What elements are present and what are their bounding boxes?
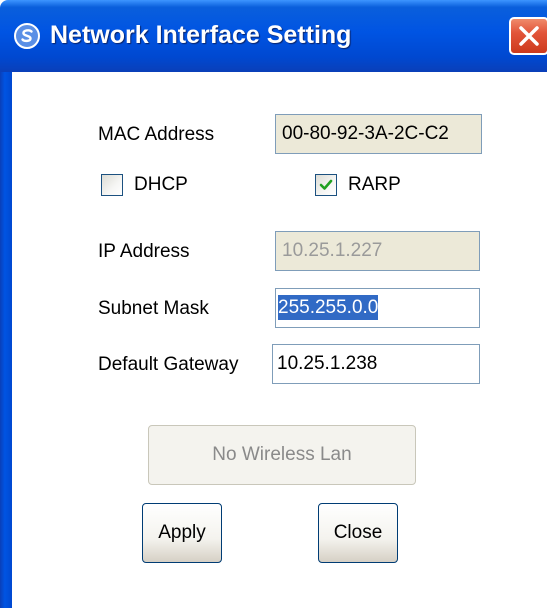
default-gateway-value: 10.25.1.238 — [277, 353, 378, 374]
window-close-button[interactable] — [509, 17, 547, 55]
window-title: Network Interface Setting — [50, 21, 352, 49]
subnet-mask-field[interactable]: 255.255.0.0 — [275, 288, 480, 328]
wireless-lan-button[interactable]: No Wireless Lan — [148, 425, 416, 485]
subnet-mask-value: 255.255.0.0 — [278, 295, 379, 320]
close-button[interactable]: Close — [318, 503, 398, 563]
dhcp-checkbox[interactable] — [101, 174, 123, 196]
ip-address-label: IP Address — [98, 241, 190, 262]
network-interface-setting-dialog: Network Interface Setting MAC Address 00… — [0, 0, 547, 608]
app-logo-icon — [14, 23, 40, 49]
title-bar[interactable]: Network Interface Setting — [0, 0, 547, 72]
dialog-content: MAC Address 00-80-92-3A-2C-C2 DHCP RARP … — [12, 72, 547, 608]
window-frame-left — [0, 72, 12, 608]
close-icon — [519, 26, 539, 46]
default-gateway-field[interactable]: 10.25.1.238 — [272, 344, 480, 384]
default-gateway-label: Default Gateway — [98, 354, 239, 375]
rarp-checkbox[interactable] — [315, 174, 337, 196]
apply-button[interactable]: Apply — [142, 503, 222, 563]
mac-address-value: 00-80-92-3A-2C-C2 — [282, 123, 449, 144]
ip-address-value: 10.25.1.227 — [282, 240, 383, 261]
checkmark-icon — [319, 179, 333, 190]
mac-address-label: MAC Address — [98, 124, 215, 145]
rarp-label: RARP — [348, 174, 401, 195]
mac-address-field: 00-80-92-3A-2C-C2 — [275, 114, 482, 154]
ip-address-field[interactable]: 10.25.1.227 — [275, 231, 480, 271]
subnet-mask-label: Subnet Mask — [98, 298, 209, 319]
dhcp-label: DHCP — [134, 174, 188, 195]
